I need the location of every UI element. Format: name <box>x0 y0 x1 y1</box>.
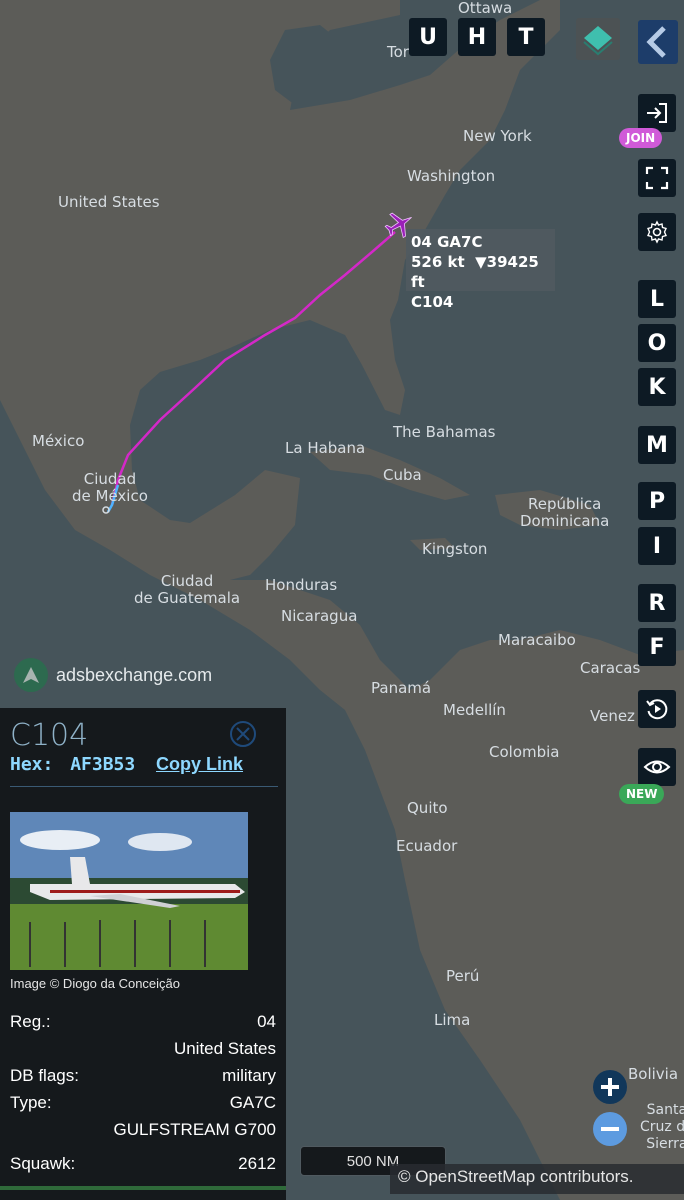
map-label-bolivia: Bolivia <box>628 1065 679 1083</box>
toggle-k-button[interactable]: K <box>638 368 676 406</box>
squawk-label: Squawk: <box>10 1154 76 1173</box>
toggle-t-button[interactable]: T <box>507 18 545 56</box>
hex-row: Hex: AF3B53 <box>10 754 135 775</box>
eye-icon <box>643 760 671 774</box>
hex-value: AF3B53 <box>70 754 136 775</box>
panel-callsign: C104 <box>10 718 89 753</box>
map-label-medellin: Medellín <box>443 701 506 719</box>
hex-label: Hex: <box>10 754 54 775</box>
join-badge[interactable]: JOIN <box>619 128 663 148</box>
map-label-maracaibo: Maracaibo <box>498 631 576 649</box>
aircraft-speed: 526 kt <box>411 253 465 271</box>
map-label-la-habana: La Habana <box>285 439 366 457</box>
map-label-bahamas: The Bahamas <box>393 423 496 441</box>
close-button[interactable] <box>229 720 257 748</box>
type-value: GA7C <box>229 1093 276 1112</box>
zoom-out-button[interactable] <box>593 1112 627 1146</box>
aircraft-label-callsign: C104 <box>411 293 454 311</box>
toggle-l-button[interactable]: L <box>638 280 676 318</box>
reg-value: 04 <box>257 1012 276 1031</box>
map-label-peru: Perú <box>446 967 480 985</box>
adsbexchange-logo-icon <box>14 658 48 692</box>
view-button[interactable] <box>638 748 676 786</box>
close-icon <box>230 721 256 747</box>
toggle-u-button[interactable]: U <box>409 18 447 56</box>
settings-button[interactable] <box>638 213 676 251</box>
type-label: Type: <box>10 1093 52 1112</box>
map-label-ottawa: Ottawa <box>458 0 513 17</box>
new-badge[interactable]: NEW <box>619 784 665 804</box>
minus-icon <box>601 1127 619 1131</box>
map-label-cuba: Cuba <box>383 466 422 484</box>
zoom-in-button[interactable] <box>593 1070 627 1104</box>
aircraft-label-line2: 526 kt ▼39425 ft <box>411 252 555 292</box>
db-flags-label: DB flags: <box>10 1066 79 1085</box>
map-label-venezuela: Venez <box>590 707 635 725</box>
reg-label: Reg.: <box>10 1012 51 1031</box>
map-label-kingston: Kingston <box>422 540 488 558</box>
toggle-i-button[interactable]: I <box>638 527 676 565</box>
copy-link[interactable]: Copy Link <box>156 754 243 775</box>
map-label-toronto: Tor <box>387 43 409 61</box>
collapse-button[interactable] <box>638 20 678 64</box>
map-label-washington: Washington <box>407 167 496 185</box>
aircraft-label-line1: 04 GA7C <box>411 233 483 251</box>
gear-icon <box>647 220 667 244</box>
login-icon <box>647 103 667 123</box>
toggle-h-button[interactable]: H <box>458 18 496 56</box>
map-label-panama: Panamá <box>371 679 432 697</box>
map-label-guatemala: Ciudad de Guatemala <box>134 572 241 607</box>
db-flags-value: military <box>222 1066 276 1085</box>
toggle-f-button[interactable]: F <box>638 628 676 666</box>
map-label-ciudad-mexico: Ciudad de México <box>72 470 148 505</box>
map-label-quito: Quito <box>407 799 448 817</box>
map-label-united-states: United States <box>58 193 160 211</box>
panel-divider <box>10 786 278 787</box>
map-label-caracas: Caracas <box>580 659 641 677</box>
replay-icon <box>646 699 668 720</box>
map-label-mexico: México <box>32 432 85 450</box>
image-credit[interactable]: Image © Diogo da Conceição <box>10 976 180 991</box>
branding[interactable]: adsbexchange.com <box>14 658 212 692</box>
map-label-nicaragua: Nicaragua <box>281 607 358 625</box>
map-label-colombia: Colombia <box>489 743 560 761</box>
branding-text: adsbexchange.com <box>56 664 213 685</box>
fullscreen-button[interactable] <box>638 159 676 197</box>
panel-scroll-indicator <box>0 1186 286 1190</box>
aircraft-photo[interactable] <box>10 812 248 970</box>
replay-button[interactable] <box>638 690 676 728</box>
plus-icon <box>601 1078 619 1096</box>
type-name-value: GULFSTREAM G700 <box>113 1120 277 1139</box>
layers-icon <box>583 26 613 56</box>
map-label-honduras: Honduras <box>265 576 338 594</box>
toggle-o-button[interactable]: O <box>638 324 676 362</box>
map-label-dominicana: República Dominicana <box>520 495 610 530</box>
aircraft-info-panel: C104 Hex: AF3B53 Copy Link Image © Diogo… <box>0 708 286 1200</box>
chevron-left-icon <box>646 26 666 58</box>
map-label-new-york: New York <box>463 127 532 145</box>
map-label-santa-cruz: Santa Cruz de Sierra <box>640 1102 684 1152</box>
map-attribution[interactable]: © OpenStreetMap contributors. <box>390 1164 684 1194</box>
map-label-ecuador: Ecuador <box>396 837 458 855</box>
country-value: United States <box>173 1039 276 1058</box>
aircraft-label[interactable]: 04 GA7C 526 kt ▼39425 ft C104 <box>406 229 555 311</box>
fullscreen-icon <box>645 166 669 190</box>
map-label-lima: Lima <box>434 1011 471 1029</box>
toggle-r-button[interactable]: R <box>638 584 676 622</box>
toggle-m-button[interactable]: M <box>638 426 676 464</box>
login-button[interactable] <box>638 94 676 132</box>
toggle-p-button[interactable]: P <box>638 482 676 520</box>
squawk-value: 2612 <box>238 1154 276 1173</box>
layers-button[interactable] <box>576 18 620 60</box>
